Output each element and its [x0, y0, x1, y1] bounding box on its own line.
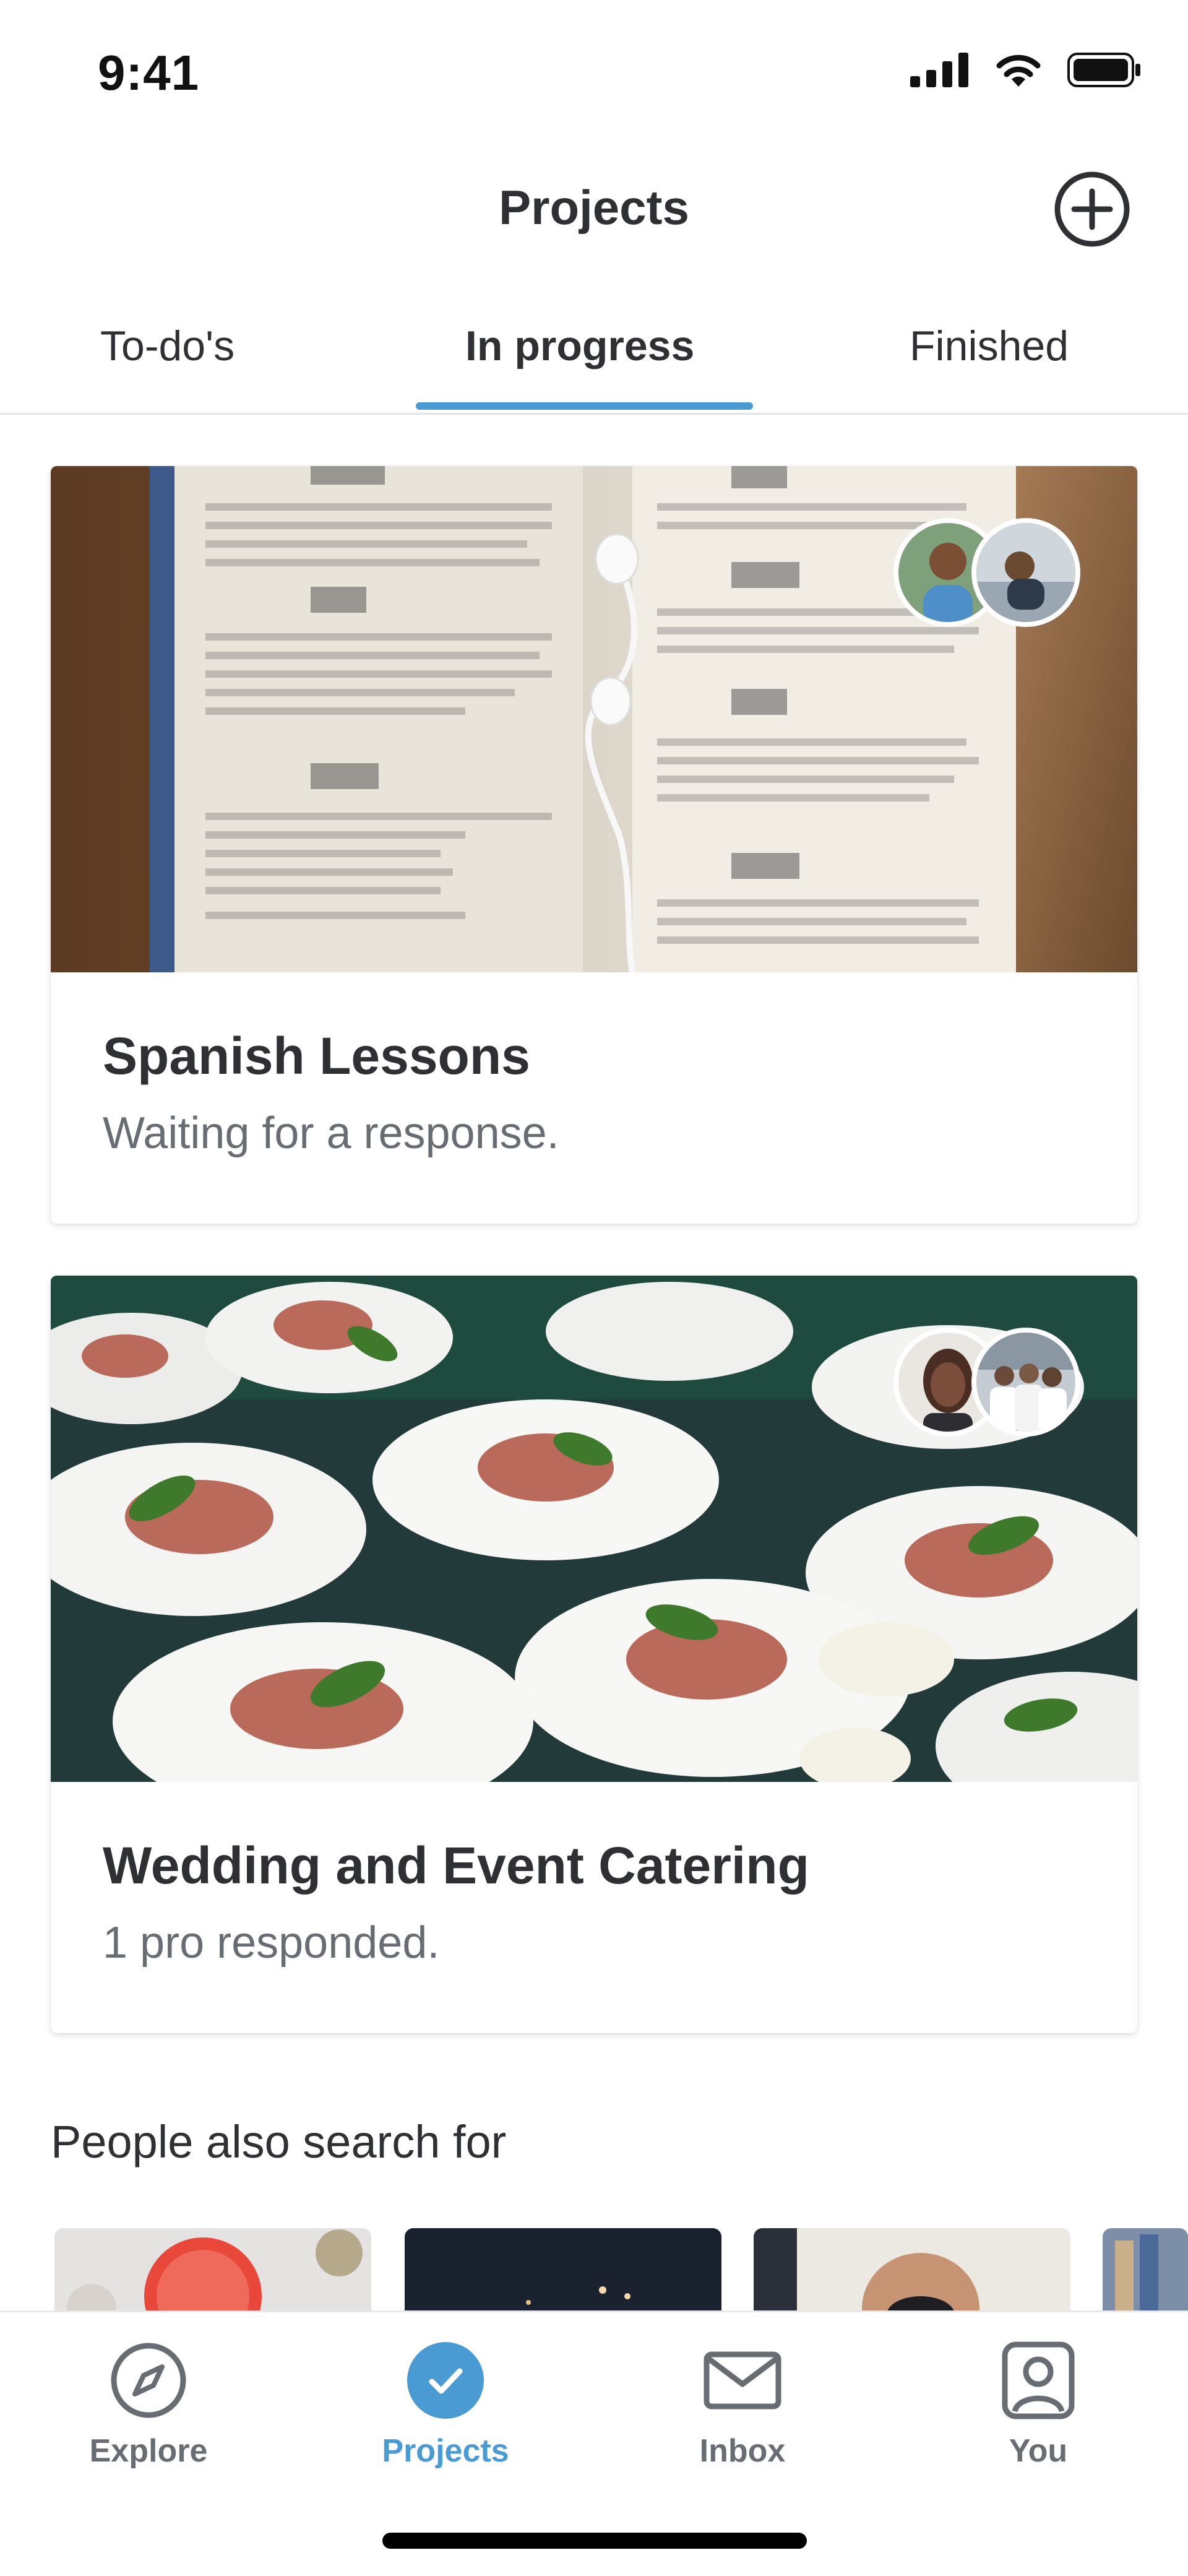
nav-projects[interactable]: Projects	[353, 2337, 538, 2470]
plus-circle-icon	[1054, 171, 1130, 247]
add-project-button[interactable]	[1053, 170, 1131, 248]
project-title: Wedding and Event Catering	[103, 1836, 809, 1895]
page-title: Projects	[499, 180, 689, 235]
compass-icon	[111, 2343, 186, 2418]
nav-inbox[interactable]: Inbox	[650, 2337, 835, 2470]
pro-avatars	[893, 518, 1085, 629]
project-title: Spanish Lessons	[103, 1027, 530, 1085]
section-title: People also search for	[51, 2116, 507, 2168]
suggestion-card[interactable]	[754, 2228, 1070, 2315]
nav-label: Projects	[382, 2433, 509, 2469]
pro-avatars	[893, 1328, 1085, 1439]
nav-label: Inbox	[699, 2433, 786, 2469]
tab-in-progress[interactable]: In progress	[465, 322, 694, 370]
project-card[interactable]: Spanish Lessons Waiting for a response.	[51, 466, 1137, 1224]
project-status: 1 pro responded.	[103, 1918, 440, 1968]
tab-todos[interactable]: To-do's	[100, 322, 235, 370]
envelope-icon	[704, 2351, 781, 2410]
avatar	[971, 1328, 1080, 1437]
project-card[interactable]: Wedding and Event Catering 1 pro respond…	[51, 1276, 1137, 2033]
user-icon	[1002, 2341, 1075, 2419]
avatar	[971, 518, 1080, 627]
suggestion-card[interactable]	[54, 2228, 371, 2315]
project-tabs: To-do's In progress Finished	[0, 309, 1188, 415]
tabs-divider	[0, 413, 1188, 415]
check-circle-icon	[407, 2342, 484, 2419]
status-time: 9:41	[98, 45, 200, 100]
nav-label: Explore	[89, 2433, 208, 2469]
project-status: Waiting for a response.	[103, 1109, 559, 1158]
wifi-icon	[996, 54, 1041, 87]
suggestion-card[interactable]	[1103, 2228, 1188, 2315]
nav-label: You	[1009, 2433, 1068, 2469]
status-icons	[910, 52, 1142, 88]
nav-you[interactable]: You	[945, 2337, 1131, 2470]
active-tab-indicator	[416, 402, 753, 410]
battery-icon	[1067, 53, 1140, 87]
signal-icon	[910, 53, 968, 87]
home-indicator	[382, 2533, 807, 2549]
suggestion-card[interactable]	[405, 2228, 721, 2315]
tab-finished[interactable]: Finished	[910, 322, 1069, 370]
nav-explore[interactable]: Explore	[56, 2337, 241, 2470]
